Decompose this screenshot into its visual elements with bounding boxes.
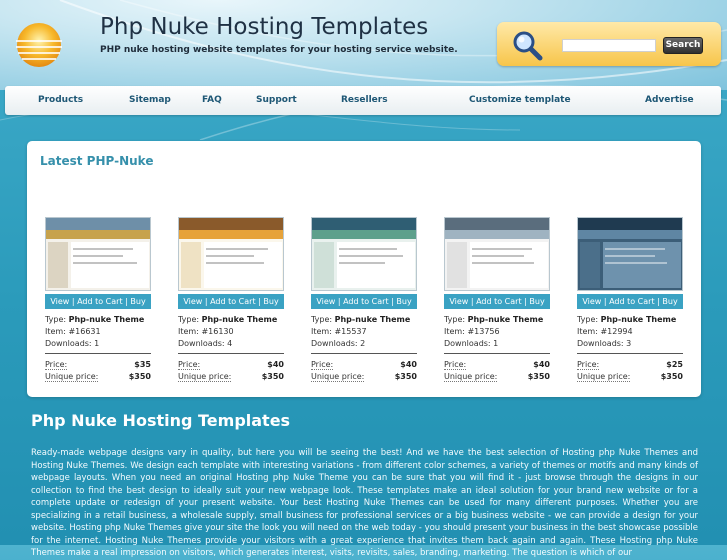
product-item-number: Item: #15537 xyxy=(311,327,367,336)
divider xyxy=(178,353,284,354)
product-type: Type: Php-nuke Theme xyxy=(178,315,278,324)
price-value: $40 xyxy=(400,360,417,369)
product-downloads: Downloads: 4 xyxy=(178,339,233,348)
view-add-buy-button[interactable]: View | Add to Cart | Buy xyxy=(311,294,417,309)
product-item-number: Item: #16631 xyxy=(45,327,101,336)
unique-price-label: Unique price: xyxy=(577,372,631,382)
template-thumbnail[interactable] xyxy=(45,217,151,291)
price-label: Price: xyxy=(444,360,467,370)
product-type: Type: Php-nuke Theme xyxy=(45,315,145,324)
product-type: Type: Php-nuke Theme xyxy=(577,315,677,324)
magnifier-icon xyxy=(513,31,543,61)
view-add-buy-button[interactable]: View | Add to Cart | Buy xyxy=(178,294,284,309)
product-item-number: Item: #16130 xyxy=(178,327,234,336)
template-thumbnail[interactable] xyxy=(178,217,284,291)
unique-price-value: $350 xyxy=(261,372,284,381)
search-box: Search xyxy=(497,22,721,66)
unique-price-label: Unique price: xyxy=(45,372,99,382)
unique-price-value: $350 xyxy=(527,372,550,381)
product-type: Type: Php-nuke Theme xyxy=(311,315,411,324)
nav-products[interactable]: Products xyxy=(38,86,83,115)
divider xyxy=(444,353,550,354)
latest-products-panel: Latest PHP-Nuke View | Add to Cart | Buy… xyxy=(27,141,701,397)
unique-price-label: Unique price: xyxy=(311,372,365,382)
price-value: $40 xyxy=(267,360,284,369)
unique-price-value: $350 xyxy=(394,372,417,381)
site-title: Php Nuke Hosting Templates xyxy=(100,14,429,40)
view-add-buy-button[interactable]: View | Add to Cart | Buy xyxy=(444,294,550,309)
product-type: Type: Php-nuke Theme xyxy=(444,315,544,324)
template-thumbnail[interactable] xyxy=(444,217,550,291)
template-thumbnail[interactable] xyxy=(577,217,683,291)
product-downloads: Downloads: 1 xyxy=(444,339,499,348)
search-input[interactable] xyxy=(562,39,656,52)
nav-advertise[interactable]: Advertise xyxy=(645,86,694,115)
content-body: Ready-made webpage designs vary in quali… xyxy=(31,448,698,558)
nav-faq[interactable]: FAQ xyxy=(202,86,222,115)
product-item-number: Item: #13756 xyxy=(444,327,500,336)
price-label: Price: xyxy=(577,360,600,370)
product-downloads: Downloads: 1 xyxy=(45,339,100,348)
main-navigation: Products Sitemap FAQ Support Resellers C… xyxy=(5,86,721,115)
nav-sitemap[interactable]: Sitemap xyxy=(129,86,171,115)
price-value: $35 xyxy=(134,360,151,369)
content-title: Php Nuke Hosting Templates xyxy=(31,411,291,430)
view-add-buy-button[interactable]: View | Add to Cart | Buy xyxy=(577,294,683,309)
nav-support[interactable]: Support xyxy=(256,86,297,115)
price-value: $40 xyxy=(533,360,550,369)
price-value: $25 xyxy=(666,360,683,369)
divider xyxy=(577,353,683,354)
search-button[interactable]: Search xyxy=(663,37,703,54)
nav-customize-template[interactable]: Customize template xyxy=(469,86,571,115)
site-tagline: PHP nuke hosting website templates for y… xyxy=(100,45,458,55)
price-label: Price: xyxy=(45,360,68,370)
latest-section-title: Latest PHP-Nuke xyxy=(40,154,154,168)
divider xyxy=(45,353,151,354)
view-add-buy-button[interactable]: View | Add to Cart | Buy xyxy=(45,294,151,309)
sun-logo-icon xyxy=(16,23,62,67)
product-downloads: Downloads: 2 xyxy=(311,339,366,348)
product-item-number: Item: #12994 xyxy=(577,327,633,336)
price-label: Price: xyxy=(311,360,334,370)
unique-price-value: $350 xyxy=(660,372,683,381)
unique-price-label: Unique price: xyxy=(444,372,498,382)
product-downloads: Downloads: 3 xyxy=(577,339,632,348)
divider xyxy=(311,353,417,354)
price-label: Price: xyxy=(178,360,201,370)
template-thumbnail[interactable] xyxy=(311,217,417,291)
nav-resellers[interactable]: Resellers xyxy=(341,86,388,115)
unique-price-value: $350 xyxy=(128,372,151,381)
unique-price-label: Unique price: xyxy=(178,372,232,382)
